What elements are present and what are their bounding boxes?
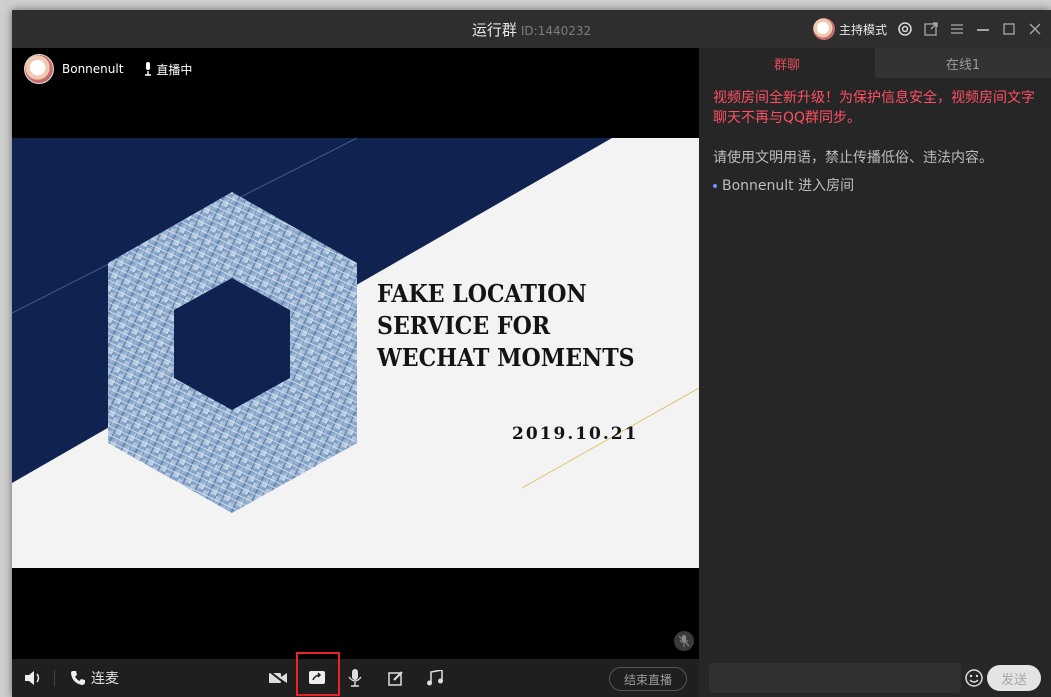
send-button[interactable]: 发送 [987, 665, 1041, 691]
emoji-icon[interactable] [965, 669, 983, 687]
enter-message: Bonnenult 进入房间 [713, 176, 854, 196]
lianmai-button[interactable]: 连麦 [70, 668, 119, 688]
system-notice: 视频房间全新升级！为保护信息安全，视频房间文字聊天不再与QQ群同步。 [713, 90, 1035, 126]
mic-icon [145, 62, 152, 76]
mic-status-icon[interactable] [674, 631, 694, 651]
live-status: 直播中 [143, 61, 192, 78]
menu-icon[interactable] [949, 21, 965, 37]
live-status-label: 直播中 [156, 62, 193, 77]
popout-icon[interactable] [923, 21, 939, 37]
video-stage: Bonnenult 直播中 FAKE LOCATION SERVICE FOR … [12, 48, 699, 659]
chat-rule: 请使用文明用语，禁止传播低俗、违法内容。 [713, 150, 993, 166]
chat-tabs: 群聊 在线1 [699, 48, 1051, 78]
end-live-button[interactable]: 结束直播 [609, 667, 687, 691]
bullet-icon [713, 184, 717, 188]
host-mode-label[interactable]: 主持模式 [839, 21, 887, 38]
tab-online[interactable]: 在线1 [875, 48, 1051, 78]
toolbar-divider [54, 670, 55, 686]
host-avatar[interactable] [812, 18, 835, 40]
settings-icon[interactable] [897, 21, 913, 37]
slide-title-line: WECHAT MOMENTS [377, 343, 635, 372]
shared-slide: FAKE LOCATION SERVICE FOR WECHAT MOMENTS… [12, 138, 699, 568]
bottom-toolbar: 连麦 结束直播 [12, 652, 699, 697]
screen-share-icon[interactable] [308, 668, 326, 688]
whiteboard-icon[interactable] [388, 668, 404, 688]
slide-title-line: FAKE LOCATION [377, 279, 587, 308]
phone-icon [71, 671, 85, 685]
microphone-icon[interactable] [348, 668, 362, 688]
room-id: ID:1440232 [520, 24, 592, 38]
slide-title: FAKE LOCATION SERVICE FOR WECHAT MOMENTS [377, 278, 635, 374]
presenter-info: Bonnenult 直播中 [24, 54, 192, 84]
avatar[interactable] [24, 54, 54, 84]
chat-input[interactable] [709, 663, 961, 693]
title-controls: 主持模式 [812, 17, 1043, 41]
speaker-icon[interactable] [24, 668, 42, 688]
tab-group-chat[interactable]: 群聊 [699, 48, 875, 78]
music-icon[interactable] [426, 668, 444, 688]
title-bar: 运行群 ID:1440232 主持模式 [12, 10, 1051, 48]
chat-input-bar: 发送 [699, 659, 1051, 697]
lianmai-label: 连麦 [91, 671, 119, 687]
minimize-icon[interactable] [975, 21, 991, 37]
presenter-name: Bonnenult [62, 62, 124, 76]
chat-panel: 群聊 在线1 视频房间全新升级！为保护信息安全，视频房间文字聊天不再与QQ群同步… [699, 48, 1051, 697]
slide-date: 2019.10.21 [512, 424, 639, 444]
app-window: 运行群 ID:1440232 主持模式 Bonnenult 直播中 FAKE L… [12, 10, 1051, 697]
camera-off-icon[interactable] [268, 668, 288, 688]
slide-title-line: SERVICE FOR [377, 311, 551, 340]
window-title: 运行群 [471, 21, 517, 39]
close-icon[interactable] [1027, 21, 1043, 37]
maximize-icon[interactable] [1001, 21, 1017, 37]
enter-message-text: Bonnenult 进入房间 [722, 178, 855, 194]
